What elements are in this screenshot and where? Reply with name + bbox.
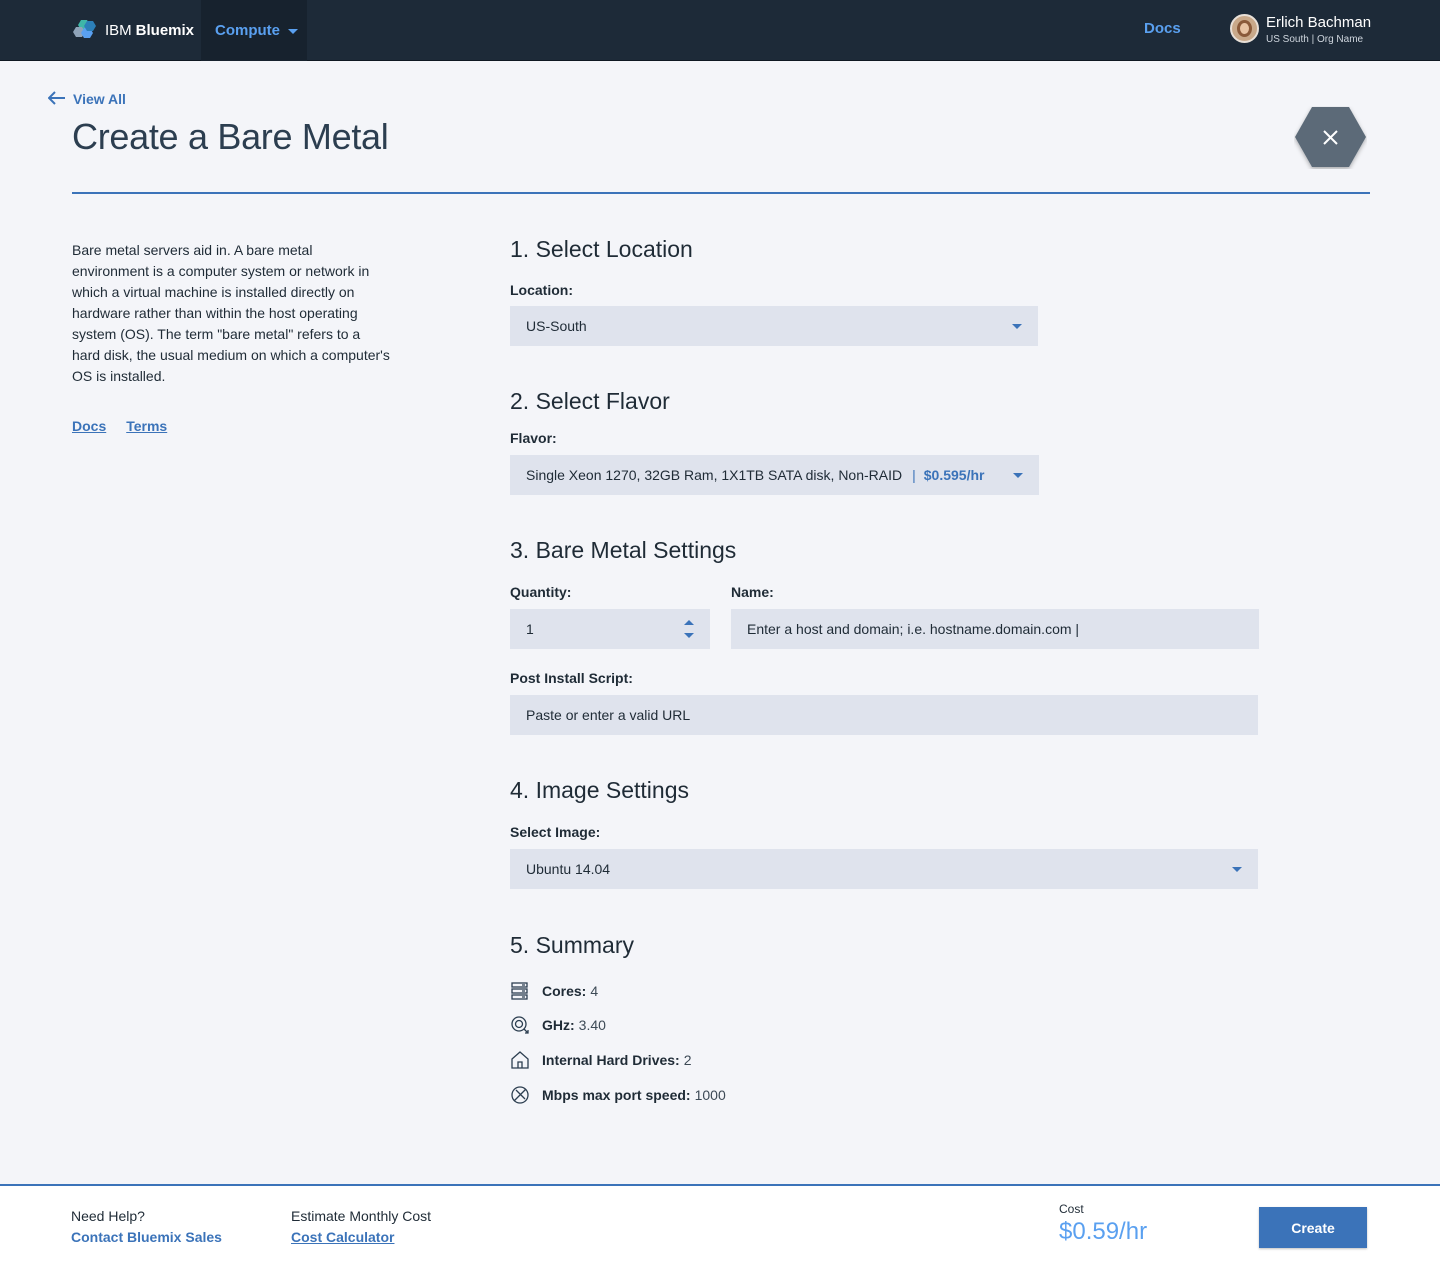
image-select[interactable]: Ubuntu 14.04 (510, 849, 1258, 889)
flavor-label: Flavor: (510, 430, 557, 446)
section-title-summary: 5. Summary (510, 932, 634, 958)
page-title: Create a Bare Metal (72, 116, 389, 157)
summary-value: 2 (683, 1052, 692, 1068)
section-title-flavor: 2. Select Flavor (510, 388, 670, 414)
post-install-script-field[interactable]: Paste or enter a valid URL (510, 695, 1258, 735)
estimate-label: Estimate Monthly Cost (291, 1208, 432, 1224)
section-title-settings: 3. Bare Metal Settings (510, 537, 737, 563)
quantity-value: 1 (526, 621, 534, 637)
script-label: Post Install Script: (510, 670, 633, 686)
server-stack-icon (510, 981, 530, 1001)
nav-docs-link[interactable]: Docs (1144, 20, 1181, 37)
drive-house-icon (510, 1050, 530, 1070)
flavor-value: Single Xeon 1270, 32GB Ram, 1X1TB SATA d… (526, 467, 903, 483)
cost-calculator-link[interactable]: Cost Calculator (291, 1229, 394, 1245)
section-title-location: 1. Select Location (510, 236, 693, 262)
cost-value: $0.59/hr (1059, 1218, 1148, 1245)
flavor-select[interactable]: Single Xeon 1270, 32GB Ram, 1X1TB SATA d… (510, 455, 1039, 495)
script-placeholder: Paste or enter a valid URL (526, 707, 691, 723)
summary-value: 4 (590, 983, 599, 999)
avatar[interactable] (1230, 14, 1259, 43)
brand[interactable]: IBM Bluemix (72, 16, 194, 44)
view-all-label: View All (73, 91, 126, 107)
close-button[interactable] (1294, 106, 1367, 169)
top-nav: IBM Bluemix Compute Docs Erlich Bachman … (0, 0, 1440, 61)
summary-label: Internal Hard Drives: (542, 1052, 680, 1068)
summary-value: 1000 (694, 1087, 726, 1103)
summary-item-ghz: GHz: 3.40 (510, 1015, 606, 1035)
view-all-link[interactable]: View All (47, 90, 126, 108)
contact-sales-link[interactable]: Contact Bluemix Sales (71, 1229, 222, 1245)
cost-label: Cost (1059, 1202, 1084, 1216)
name-placeholder: Enter a host and domain; i.e. hostname.d… (747, 621, 1080, 637)
summary-item-cores: Cores: 4 (510, 981, 598, 1001)
need-help-label: Need Help? (71, 1208, 145, 1224)
location-label: Location: (510, 282, 573, 298)
flavor-separator: | (912, 467, 916, 483)
summary-label: GHz: (542, 1017, 575, 1033)
chevron-down-icon (1012, 324, 1022, 329)
chevron-down-icon (288, 29, 298, 34)
brand-bluemix: Bluemix (135, 21, 195, 39)
arrow-left-icon (47, 90, 66, 108)
user-name[interactable]: Erlich Bachman (1266, 14, 1371, 31)
stepper-arrows-icon[interactable] (684, 620, 694, 638)
location-select[interactable]: US-South (510, 306, 1038, 346)
summary-label: Mbps max port speed: (542, 1087, 691, 1103)
flavor-price: $0.595/hr (923, 467, 985, 483)
location-value: US-South (526, 318, 587, 334)
chevron-down-icon (1232, 867, 1242, 872)
section-title-image: 4. Image Settings (510, 777, 689, 803)
user-org: US South | Org Name (1266, 34, 1364, 45)
chevron-down-icon (1013, 473, 1023, 478)
summary-label: Cores: (542, 983, 587, 999)
brand-ibm: IBM (105, 21, 132, 39)
summary-value: 3.40 (578, 1017, 606, 1033)
name-label: Name: (731, 584, 774, 600)
summary-item-port-speed: Mbps max port speed: 1000 (510, 1085, 726, 1105)
sidebar-links: Docs Terms (72, 418, 167, 434)
name-field[interactable]: Enter a host and domain; i.e. hostname.d… (731, 609, 1259, 649)
docs-link[interactable]: Docs (72, 418, 106, 434)
title-divider (72, 192, 1370, 194)
terms-link[interactable]: Terms (126, 418, 167, 434)
compute-menu-label: Compute (215, 22, 280, 39)
summary-item-drives: Internal Hard Drives: 2 (510, 1050, 692, 1070)
image-value: Ubuntu 14.04 (526, 861, 611, 877)
quantity-label: Quantity: (510, 584, 572, 600)
description: Bare metal servers aid in. A bare metal … (72, 242, 390, 384)
quantity-stepper[interactable]: 1 (510, 609, 710, 649)
speed-gauge-icon (510, 1015, 530, 1035)
create-button[interactable]: Create (1259, 1207, 1367, 1248)
network-globe-icon (510, 1085, 530, 1105)
compute-menu[interactable]: Compute (201, 0, 307, 61)
bluemix-logo-icon (72, 17, 98, 43)
footer-bar: Need Help? Contact Bluemix Sales Estimat… (0, 1184, 1440, 1267)
image-label: Select Image: (510, 824, 601, 840)
